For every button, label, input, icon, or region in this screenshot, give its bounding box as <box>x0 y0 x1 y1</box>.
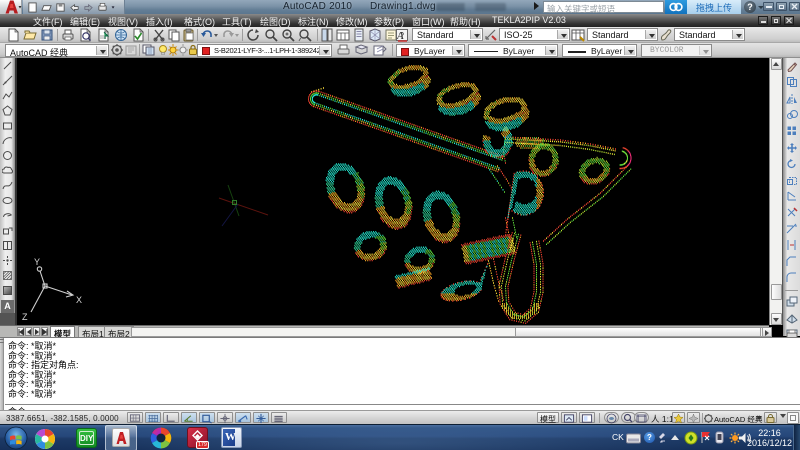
svg-text:A: A <box>396 30 404 42</box>
svg-text:Z: Z <box>22 312 28 322</box>
svg-text:Y: Y <box>34 257 40 267</box>
svg-text:X: X <box>76 295 82 305</box>
